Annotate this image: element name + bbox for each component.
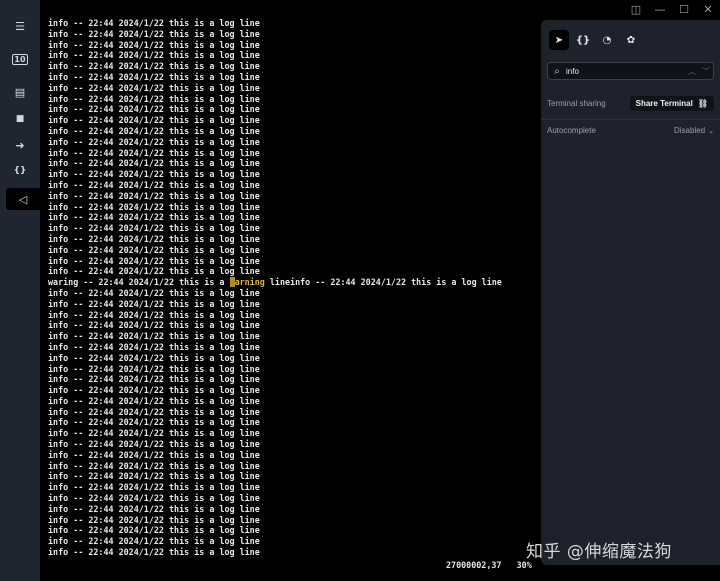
log-line: info -- 22:44 2024/1/22 this is a log li… — [48, 18, 260, 28]
log-line: info -- 22:44 2024/1/22 this is a log li… — [48, 39, 260, 50]
log-line: info -- 22:44 2024/1/22 this is a log li… — [48, 493, 260, 504]
log-line: info -- 22:44 2024/1/22 this is a log li… — [48, 28, 260, 39]
log-line: info -- 22:44 2024/1/22 this is a log li… — [48, 115, 260, 126]
log-line: info -- 22:44 2024/1/22 this is a log li… — [48, 287, 260, 298]
log-line: info -- 22:44 2024/1/22 this is a log li… — [48, 320, 260, 331]
log-line: info -- 22:44 2024/1/22 this is a log li… — [48, 201, 260, 212]
search-box: ⌕ ︿ ﹀ — [547, 62, 714, 80]
warning-prefix: waring -- 22:44 2024/1/22 this is a — [48, 277, 230, 288]
log-line: info -- 22:44 2024/1/22 this is a log li… — [48, 169, 260, 180]
panel-tabs: ➤ {} ◔ ✿ — [549, 30, 641, 50]
menu-icon[interactable]: ☰ — [6, 15, 34, 37]
log-line: info -- 22:44 2024/1/22 this is a log li… — [48, 125, 260, 136]
log-line: info -- 22:44 2024/1/22 this is a log li… — [48, 244, 260, 255]
log-line: info -- 22:44 2024/1/22 this is a log li… — [48, 190, 260, 201]
minimize-icon[interactable]: — — [648, 0, 672, 18]
log-line: info -- 22:44 2024/1/22 this is a log li… — [48, 104, 260, 115]
log-line: info -- 22:44 2024/1/22 this is a log li… — [48, 482, 260, 493]
maximize-icon[interactable]: ☐ — [672, 0, 696, 18]
code-icon[interactable]: {} — [573, 30, 593, 50]
tab-count-badge: 10 — [12, 53, 28, 65]
autocomplete-dropdown[interactable]: Disabled ⌄ — [674, 126, 714, 135]
log-line: info -- 22:44 2024/1/22 this is a log li… — [48, 525, 260, 536]
log-line: info -- 22:44 2024/1/22 this is a log li… — [48, 395, 260, 406]
log-line: info -- 22:44 2024/1/22 this is a log li… — [48, 179, 260, 190]
log-line: info -- 22:44 2024/1/22 this is a log li… — [48, 385, 260, 396]
log-line: info -- 22:44 2024/1/22 this is a log li… — [48, 428, 260, 439]
log-line: info -- 22:44 2024/1/22 this is a log li… — [48, 471, 260, 482]
log-line: info -- 22:44 2024/1/22 this is a log li… — [48, 158, 260, 169]
warning-log-line: waring -- 22:44 2024/1/22 this is a arni… — [48, 277, 528, 288]
server-icon[interactable]: ▤ — [6, 81, 34, 103]
title-bar: ◫ — ☐ ✕ — [0, 0, 720, 18]
log-line: info -- 22:44 2024/1/22 this is a log li… — [48, 363, 260, 374]
log-line: info -- 22:44 2024/1/22 this is a log li… — [48, 341, 260, 352]
share-terminal-button[interactable]: Share Terminal ⛓ — [629, 96, 714, 111]
history-icon[interactable]: ◔ — [597, 30, 617, 50]
log-line: info -- 22:44 2024/1/22 this is a log li… — [48, 352, 260, 363]
log-line: info -- 22:44 2024/1/22 this is a log li… — [48, 309, 260, 320]
folder-icon[interactable]: ■ — [6, 108, 34, 130]
log-line: info -- 22:44 2024/1/22 this is a log li… — [48, 212, 260, 223]
sidebar: ☰ 10 ▤ ■ ➜ {} ◁ — [0, 0, 40, 581]
warning-suffix: lineinfo -- 22:44 2024/1/22 this is a lo… — [264, 277, 502, 288]
next-match-icon[interactable]: ﹀ — [699, 66, 713, 77]
autocomplete-label: Autocomplete — [547, 126, 596, 135]
status-bar: 27000002,37 30% — [446, 560, 532, 570]
log-line: info -- 22:44 2024/1/22 this is a log li… — [48, 417, 260, 428]
log-line: info -- 22:44 2024/1/22 this is a log li… — [48, 439, 260, 450]
tab-count-icon[interactable]: 10 — [6, 48, 34, 70]
palette-icon[interactable]: ✿ — [621, 30, 641, 50]
log-line: info -- 22:44 2024/1/22 this is a log li… — [48, 50, 260, 61]
log-line: info -- 22:44 2024/1/22 this is a log li… — [48, 93, 260, 104]
log-line: info -- 22:44 2024/1/22 this is a log li… — [48, 61, 260, 72]
log-line: info -- 22:44 2024/1/22 this is a log li… — [48, 406, 260, 417]
close-icon[interactable]: ✕ — [696, 0, 720, 18]
log-line: info -- 22:44 2024/1/22 this is a log li… — [48, 147, 260, 158]
log-line: info -- 22:44 2024/1/22 this is a log li… — [48, 331, 260, 342]
navigate-icon[interactable]: ➤ — [549, 30, 569, 50]
forward-icon[interactable]: ➜ — [6, 134, 34, 156]
window-controls: ◫ — ☐ ✕ — [624, 0, 720, 18]
log-line: info -- 22:44 2024/1/22 this is a log li… — [48, 233, 260, 244]
log-line: info -- 22:44 2024/1/22 this is a log li… — [48, 136, 260, 147]
log-line: info -- 22:44 2024/1/22 this is a log li… — [48, 71, 260, 82]
log-line: info -- 22:44 2024/1/22 this is a log li… — [48, 298, 260, 309]
terminal-sharing-label: Terminal sharing — [547, 99, 606, 108]
terminal-sharing-row: Terminal sharing Share Terminal ⛓ — [547, 96, 714, 111]
search-input[interactable] — [566, 66, 685, 76]
log-line: info -- 22:44 2024/1/22 this is a log li… — [48, 266, 260, 277]
log-line: info -- 22:44 2024/1/22 this is a log li… — [48, 223, 260, 234]
watermark: 知乎 @伸缩魔法狗 — [526, 542, 672, 562]
log-line: info -- 22:44 2024/1/22 this is a log li… — [48, 255, 260, 266]
log-line: info -- 22:44 2024/1/22 this is a log li… — [48, 547, 260, 558]
log-line: info -- 22:44 2024/1/22 this is a log li… — [48, 449, 260, 460]
autocomplete-value: Disabled — [673, 126, 706, 135]
autocomplete-row: Autocomplete Disabled ⌄ — [547, 126, 714, 135]
share-terminal-label: Share Terminal — [635, 99, 693, 108]
search-panel: ➤ {} ◔ ✿ ⌕ ︿ ﹀ Terminal sharing Share Te… — [541, 20, 720, 565]
log-line: info -- 22:44 2024/1/22 this is a log li… — [48, 82, 260, 93]
terminal-icon[interactable]: ◁ — [6, 188, 40, 210]
search-icon: ⌕ — [554, 65, 560, 77]
terminal-output[interactable]: info -- 22:44 2024/1/22 this is a log li… — [48, 18, 528, 558]
layout-icon[interactable]: ◫ — [624, 0, 648, 18]
link-icon: ⛓ — [697, 99, 708, 108]
log-line: info -- 22:44 2024/1/22 this is a log li… — [48, 374, 260, 385]
cursor-position: 27000002,37 — [446, 560, 502, 570]
chevron-down-icon: ⌄ — [708, 126, 714, 135]
log-line: info -- 22:44 2024/1/22 this is a log li… — [48, 514, 260, 525]
log-line: info -- 22:44 2024/1/22 this is a log li… — [48, 536, 260, 547]
search-match: arning — [234, 277, 265, 288]
log-line: info -- 22:44 2024/1/22 this is a log li… — [48, 503, 260, 514]
divider — [541, 119, 720, 120]
log-line: info -- 22:44 2024/1/22 this is a log li… — [48, 460, 260, 471]
previous-match-icon[interactable]: ︿ — [685, 66, 699, 77]
snippets-icon[interactable]: {} — [6, 160, 34, 182]
